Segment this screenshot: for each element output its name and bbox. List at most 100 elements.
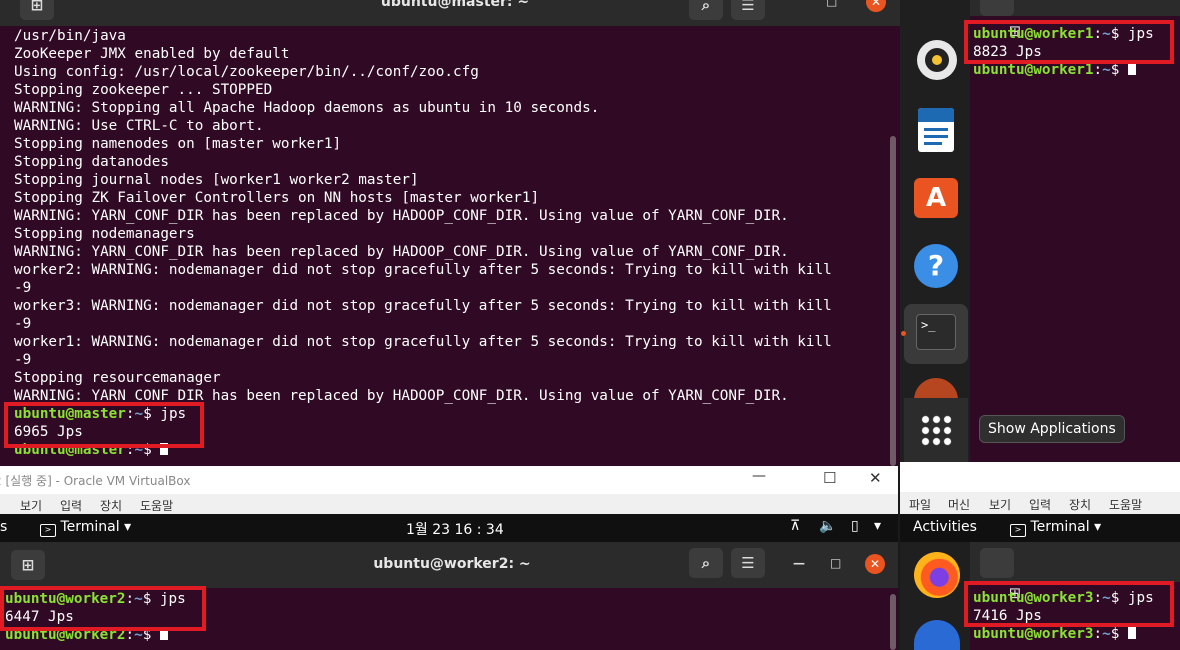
prompt-sym: $ [1110,590,1128,606]
show-applications-button[interactable] [904,398,968,462]
worker1-terminal[interactable]: ⊞ ubuntu@worker1:~$ jps 8823 Jps ubuntu@… [970,0,1180,462]
prompt-sep: : [125,406,135,422]
system-menu-chevron-icon[interactable]: ▾ [874,518,881,534]
master-prompt-line: ubuntu@master:~$ jps [14,405,186,423]
hamburger-icon: ☰ [741,0,755,14]
close-button[interactable]: ✕ [866,0,886,12]
worker3-titlebar: ⊞ [970,542,1180,602]
close-icon: ✕ [869,557,881,571]
menu-item-help[interactable]: 도움말 [140,497,173,514]
master-scrollbar[interactable] [890,136,896,466]
rhythmbox-icon[interactable] [917,40,957,80]
worker2-jps-output: 6447 Jps [5,609,74,625]
maximize-icon[interactable]: ☐ [823,469,836,487]
virtualbox-window-titlebar: 2 [실행 중] - Oracle VM VirtualBox — ☐ ✕ [0,466,898,494]
worker2-scrollbar[interactable] [890,594,896,650]
menu-item-input[interactable]: 입력 [60,497,82,514]
maximize-icon[interactable]: □ [830,556,841,570]
prompt-path: ~ [134,627,143,643]
terminal-output-line: Stopping resourcemanager [14,370,221,386]
worker2-prompt-line: ubuntu@worker2:~$ jps [5,590,186,608]
topbar-clock[interactable]: 1월 23 16 : 34 [406,519,504,539]
text-cursor [1127,63,1136,75]
close-button[interactable]: ✕ [865,554,885,574]
minimize-icon[interactable]: — [793,556,805,570]
prompt-command: jps [159,591,186,607]
menu-item-devices[interactable]: 장치 [1069,496,1091,513]
close-icon[interactable]: ✕ [869,469,882,487]
prompt-sym: $ [142,627,160,643]
activities-button[interactable]: Activities [913,519,977,535]
worker3-jps-output: 7416 Jps [973,608,1042,624]
menu-button[interactable]: ☰ [731,0,765,20]
prompt-path: ~ [134,591,143,607]
search-button[interactable]: ⌕ [689,0,723,20]
new-tab-button[interactable]: ⊞ [980,0,1021,40]
prompt-user: ubuntu@worker1 [973,26,1094,42]
prompt-user: ubuntu@worker3 [973,626,1094,642]
terminal-output-line: WARNING: Use CTRL-C to abort. [14,118,264,134]
terminal-output-line: worker1: WARNING: nodemanager did not st… [14,334,832,350]
worker2-titlebar: ⊞ ubuntu@worker2: ~ ⌕ ☰ — □ ✕ [0,542,900,588]
menu-item-input[interactable]: 입력 [1029,496,1051,513]
terminal-small-icon: > [1010,524,1026,537]
prompt-user: ubuntu@worker2 [5,591,126,607]
topbar-terminal-menu[interactable]: > Terminal ▾ [40,519,131,537]
battery-icon[interactable]: ▯ [851,518,859,534]
close-icon: ✕ [870,0,882,9]
prompt-path: ~ [134,406,144,422]
ubuntu-software-icon[interactable]: A [914,178,958,218]
prompt-sym: $ [143,442,161,458]
prompt-sym: $ [142,591,160,607]
prompt-sym: $ [1110,62,1128,78]
libreoffice-writer-icon[interactable] [918,108,954,152]
prompt-path: ~ [134,442,144,458]
worker2-terminal[interactable]: ubuntu@worker2:~$ jps 6447 Jps ubuntu@wo… [0,588,900,650]
prompt-path: ~ [1102,590,1111,606]
terminal-small-icon: > [40,524,56,537]
terminal-output-line: Using config: /usr/local/zookeeper/bin/.… [14,64,479,80]
terminal-dock-item[interactable]: >_ [901,304,968,364]
topbar-terminal-menu-right[interactable]: > Terminal ▾ [1010,519,1101,537]
prompt-sep: : [1093,26,1103,42]
help-icon[interactable]: ? [914,244,958,288]
menu-item-machine[interactable]: 머신 [948,496,970,513]
minimize-icon[interactable]: — [752,468,766,484]
firefox-icon[interactable] [914,552,960,598]
master-terminal[interactable]: /usr/bin/java ZooKeeper JMX enabled by de… [0,26,900,466]
menu-button[interactable]: ☰ [731,548,765,578]
search-icon: ⌕ [701,0,711,14]
maximize-button[interactable]: □ [826,0,837,8]
search-button[interactable]: ⌕ [689,548,723,578]
prompt-path: ~ [1102,626,1111,642]
menu-item-view[interactable]: 보기 [989,496,1011,513]
menu-item-devices[interactable]: 장치 [100,497,122,514]
menu-item-file[interactable]: 파일 [909,496,931,513]
worker3-prompt-line-2: ubuntu@worker3:~$ [973,625,1136,643]
prompt-sym: $ [143,406,161,422]
new-tab-button[interactable]: ⊞ [980,548,1021,602]
menu-item-view[interactable]: 보기 [20,497,42,514]
virtualbox-menubar-right: 파일 머신 보기 입력 장치 도움말 [900,492,1180,514]
prompt-sep: : [125,442,135,458]
prompt-user: ubuntu@worker2 [5,627,126,643]
show-applications-tooltip: Show Applications [979,415,1125,443]
terminal-icon: >_ [916,314,956,350]
prompt-sep: : [1093,62,1103,78]
prompt-path: ~ [1102,62,1111,78]
terminal-output-line: Stopping zookeeper ... STOPPED [14,82,273,98]
worker1-prompt-line-2: ubuntu@worker1:~$ [973,61,1136,79]
menu-item-help[interactable]: 도움말 [1109,496,1142,513]
volume-icon[interactable]: 🔈 [819,518,836,534]
show-applications-icon [920,414,952,446]
gnome-topbar-left: s > Terminal ▾ 1월 23 16 : 34 ⊼ 🔈 ▯ ▾ [0,514,898,542]
prompt-command: jps [160,406,187,422]
network-icon[interactable]: ⊼ [790,518,800,534]
search-icon: ⌕ [701,554,711,572]
master-window-title: ubuntu@master: ~ [380,0,530,10]
topbar-edge-text: s [0,519,8,535]
master-jps-output: 6965 Jps [14,424,83,440]
master-output-lines: /usr/bin/java ZooKeeper JMX enabled by de… [14,27,832,405]
terminal-output-line: WARNING: YARN_CONF_DIR has been replaced… [14,388,789,404]
worker3-terminal[interactable]: ⊞ ubuntu@worker3:~$ jps 7416 Jps ubuntu@… [970,542,1180,650]
